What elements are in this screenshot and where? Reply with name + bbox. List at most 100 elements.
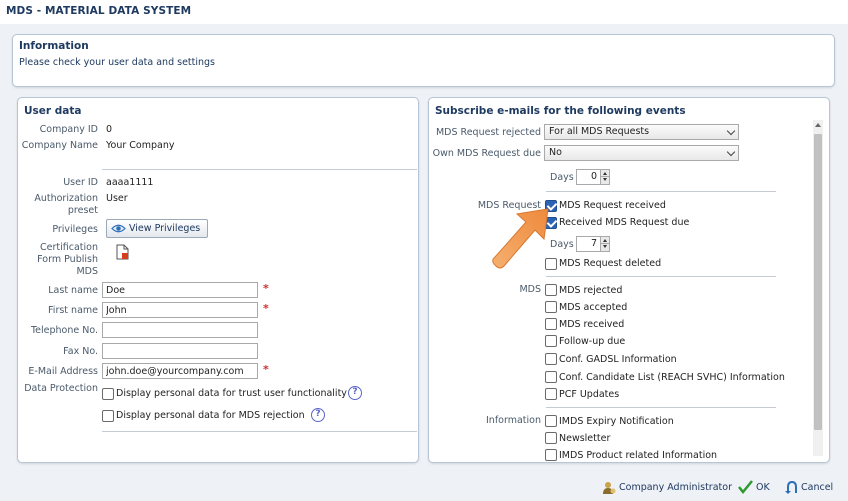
- days-label: Days: [550, 172, 574, 183]
- scrollbar-thumb[interactable]: [814, 134, 822, 430]
- mds-rejected-label: MDS rejected: [559, 285, 623, 296]
- user-id-label: User ID: [63, 177, 98, 188]
- annotation-arrow-icon: [492, 208, 549, 269]
- days-spinner[interactable]: 0: [576, 169, 610, 185]
- mds-request-deleted-label: MDS Request deleted: [559, 258, 662, 269]
- required-marker: *: [263, 302, 269, 315]
- information-panel: Information Please check your user data …: [12, 34, 835, 87]
- imds-expiry-checkbox[interactable]: [545, 415, 557, 427]
- telephone-input[interactable]: [102, 322, 258, 338]
- information-heading: Information: [19, 40, 89, 52]
- scroll-up-icon[interactable]: [815, 123, 821, 127]
- certification-form-label: Certification Form Publish MDS: [37, 242, 98, 277]
- authorization-preset-value: User: [106, 193, 128, 204]
- days-spinner[interactable]: 7: [576, 236, 610, 252]
- days-value: 7: [590, 238, 597, 249]
- divider: [102, 431, 417, 432]
- document-icon[interactable]: [116, 244, 129, 260]
- eye-icon: [111, 224, 126, 233]
- company-administrator-link[interactable]: Company Administrator: [619, 482, 732, 493]
- chevron-down-icon: [726, 126, 736, 136]
- divider: [546, 407, 776, 408]
- user-id-value: aaaa1111: [106, 177, 154, 188]
- company-name-label: Company Name: [21, 140, 98, 151]
- divider: [546, 276, 776, 277]
- days-label: Days: [550, 239, 574, 250]
- mds-request-received-label: MDS Request received: [559, 200, 666, 211]
- own-request-due-value: No: [549, 147, 562, 158]
- mds-accepted-checkbox[interactable]: [545, 301, 557, 313]
- mds-received-checkbox[interactable]: [545, 318, 557, 330]
- divider: [102, 169, 417, 170]
- first-name-input[interactable]: [102, 302, 258, 318]
- subscribe-scrollbar[interactable]: [813, 120, 823, 456]
- imds-product-info-checkbox[interactable]: [545, 449, 557, 461]
- own-request-due-label: Own MDS Request due: [432, 148, 541, 159]
- data-protection-label: Data Protection: [24, 383, 98, 394]
- chevron-down-icon: [726, 147, 736, 157]
- ok-button[interactable]: OK: [756, 482, 770, 493]
- mds-request-rejected-select[interactable]: For all MDS Requests: [544, 124, 739, 140]
- spinner-down-icon[interactable]: [600, 177, 609, 184]
- follow-up-due-checkbox[interactable]: [545, 335, 557, 347]
- user-data-heading: User data: [24, 105, 82, 117]
- fax-input[interactable]: [102, 343, 258, 359]
- information-text: Please check your user data and settings: [19, 57, 215, 68]
- spinner-up-icon[interactable]: [600, 237, 609, 244]
- follow-up-due-label: Follow-up due: [559, 336, 626, 347]
- mds-request-rejected-value: For all MDS Requests: [549, 126, 650, 137]
- last-name-input[interactable]: [102, 282, 258, 298]
- dp-trust-user-checkbox[interactable]: [102, 388, 114, 400]
- last-name-label: Last name: [48, 285, 98, 296]
- conf-gadsl-checkbox[interactable]: [545, 353, 557, 365]
- cancel-button[interactable]: Cancel: [801, 482, 833, 493]
- help-icon[interactable]: ?: [348, 386, 362, 400]
- check-icon: [738, 480, 753, 494]
- conf-candidate-list-checkbox[interactable]: [545, 371, 557, 383]
- company-id-label: Company ID: [39, 124, 98, 135]
- email-input[interactable]: [102, 363, 258, 379]
- user-data-panel: User data Company ID 0 Company Name Your…: [17, 97, 419, 463]
- information-group-label: Information: [486, 415, 541, 426]
- subscribe-panel: Subscribe e-mails for the following even…: [428, 97, 830, 463]
- pcf-updates-label: PCF Updates: [559, 389, 620, 400]
- footer: Company Administrator OK Cancel: [0, 472, 848, 501]
- newsletter-label: Newsletter: [559, 433, 611, 444]
- dp-trust-user-label: Display personal data for trust user fun…: [116, 388, 347, 399]
- title-bar: MDS - MATERIAL DATA SYSTEM: [0, 0, 848, 24]
- subscribe-heading: Subscribe e-mails for the following even…: [435, 105, 686, 117]
- view-privileges-label: View Privileges: [129, 223, 201, 234]
- received-request-due-label: Received MDS Request due: [559, 217, 690, 228]
- help-icon[interactable]: ?: [311, 408, 325, 422]
- days-value: 0: [590, 171, 597, 182]
- conf-candidate-list-label: Conf. Candidate List (REACH SVHC) Inform…: [559, 372, 785, 383]
- email-label: E-Mail Address: [28, 366, 98, 377]
- mds-accepted-label: MDS accepted: [559, 302, 628, 313]
- imds-product-info-label: IMDS Product related Information: [559, 450, 718, 461]
- imds-expiry-label: IMDS Expiry Notification: [559, 416, 674, 427]
- view-privileges-button[interactable]: View Privileges: [106, 219, 208, 238]
- dp-mds-rejection-checkbox[interactable]: [102, 410, 114, 422]
- spinner-down-icon[interactable]: [600, 244, 609, 251]
- mds-group-label: MDS: [519, 284, 541, 295]
- mds-rejected-checkbox[interactable]: [545, 284, 557, 296]
- dp-mds-rejection-label: Display personal data for MDS rejection: [116, 410, 305, 421]
- company-name-value: Your Company: [106, 140, 175, 151]
- first-name-label: First name: [48, 305, 98, 316]
- cancel-icon: [785, 481, 797, 494]
- mds-received-label: MDS received: [559, 319, 625, 330]
- mds-request-rejected-label: MDS Request rejected: [435, 127, 541, 138]
- conf-gadsl-label: Conf. GADSL Information: [559, 354, 677, 365]
- fax-label: Fax No.: [63, 346, 98, 357]
- own-request-due-select[interactable]: No: [544, 145, 739, 161]
- pcf-updates-checkbox[interactable]: [545, 388, 557, 400]
- newsletter-checkbox[interactable]: [545, 432, 557, 444]
- telephone-label: Telephone No.: [30, 325, 98, 336]
- app-title: MDS - MATERIAL DATA SYSTEM: [6, 5, 192, 17]
- required-marker: *: [263, 282, 269, 295]
- spinner-up-icon[interactable]: [600, 170, 609, 177]
- required-marker: *: [263, 363, 269, 376]
- user-admin-icon: [603, 482, 616, 494]
- divider: [546, 191, 776, 192]
- privileges-label: Privileges: [52, 224, 98, 235]
